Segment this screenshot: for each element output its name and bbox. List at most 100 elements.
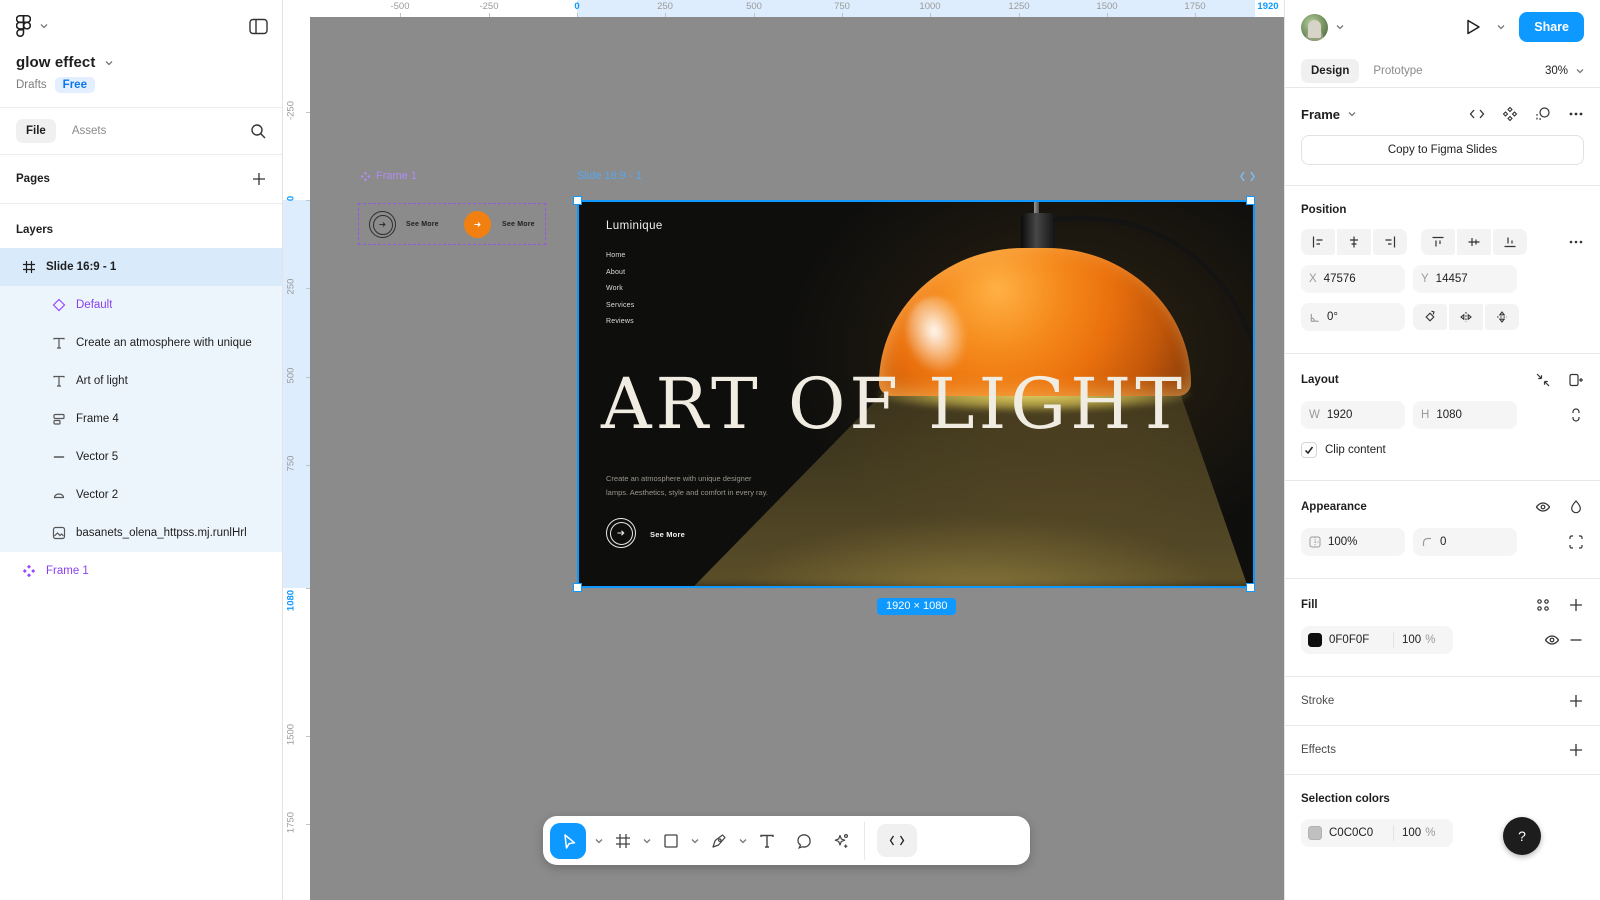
selection-handle[interactable] (1246, 196, 1255, 205)
file-menu-chevron-icon[interactable] (105, 59, 113, 67)
add-fill-icon[interactable] (1568, 597, 1584, 613)
tab-prototype[interactable]: Prototype (1363, 59, 1432, 83)
frame1-component[interactable]: See More See More (358, 203, 546, 245)
add-effect-icon[interactable] (1568, 742, 1584, 758)
resize-to-fit-icon[interactable] (1535, 372, 1551, 388)
fill-color-field[interactable]: 0F0F0F 100 % (1301, 626, 1453, 654)
shape-tool[interactable] (660, 830, 682, 852)
pen-tool[interactable] (708, 830, 730, 852)
x-position-field[interactable]: X47576 (1301, 265, 1405, 293)
align-v-center-icon[interactable] (1457, 229, 1491, 255)
selection-color-field[interactable]: C0C0C0 100 % (1301, 819, 1453, 847)
align-top-icon[interactable] (1421, 229, 1455, 255)
selection-handle[interactable] (573, 196, 582, 205)
selection-handle[interactable] (573, 583, 582, 592)
corner-radius-field[interactable]: 0 (1413, 528, 1517, 556)
tab-file[interactable]: File (16, 119, 56, 143)
selection-color-swatch[interactable] (1308, 826, 1322, 840)
clip-content-checkbox[interactable] (1301, 442, 1317, 458)
collapse-sidebar-icon[interactable] (249, 18, 268, 35)
align-right-icon[interactable] (1373, 229, 1407, 255)
dev-mode-toggle[interactable] (877, 824, 931, 857)
layer-row-vector2[interactable]: Vector 2 (0, 476, 282, 514)
blend-droplet-icon[interactable] (1568, 499, 1584, 515)
zoom-chevron-icon[interactable] (1576, 67, 1584, 75)
copy-to-slides-button[interactable]: Copy to Figma Slides (1301, 135, 1584, 165)
zoom-level[interactable]: 30% (1545, 65, 1568, 77)
tab-design[interactable]: Design (1301, 59, 1359, 83)
layer-row-text-1[interactable]: Create an atmosphere with unique (0, 324, 282, 362)
add-stroke-icon[interactable] (1568, 693, 1584, 709)
layer-row-frame4[interactable]: Frame 4 (0, 400, 282, 438)
frame1-label[interactable]: Frame 1 (360, 170, 417, 182)
present-chevron-icon[interactable] (1497, 23, 1505, 31)
remove-fill-icon[interactable] (1568, 632, 1584, 648)
frame-tool[interactable] (612, 830, 634, 852)
selection-chevron-icon[interactable] (1348, 110, 1356, 118)
canvas[interactable]: Luminique Home About Work Services Revie… (283, 0, 1284, 900)
more-options-icon[interactable] (1568, 106, 1584, 122)
slide-see-more-button: See More (606, 518, 806, 550)
effects-section: Effects (1285, 726, 1600, 775)
selection-handle[interactable] (1246, 583, 1255, 592)
nav-item-about: About (606, 269, 634, 276)
rotate-icon[interactable] (1413, 304, 1447, 330)
breadcrumb-location[interactable]: Drafts (16, 79, 47, 91)
figma-menu-icon[interactable] (16, 15, 31, 37)
selection-size-badge: 1920 × 1080 (877, 598, 956, 615)
flip-horizontal-icon[interactable] (1449, 304, 1483, 330)
outline-arrow-button (369, 211, 396, 238)
angle-icon (1309, 312, 1320, 323)
present-button[interactable] (1463, 17, 1483, 37)
appearance-section: Appearance 100% 0 (1285, 481, 1600, 579)
fill-visibility-icon[interactable] (1544, 632, 1560, 648)
width-field[interactable]: W1920 (1301, 401, 1405, 429)
height-field[interactable]: H1080 (1413, 401, 1517, 429)
position-more-icon[interactable] (1568, 234, 1584, 250)
shape-tool-chevron-icon[interactable] (691, 837, 699, 845)
code-icon[interactable] (1469, 106, 1485, 122)
actions-ai-tool[interactable] (830, 830, 852, 852)
move-tool-chevron-icon[interactable] (595, 837, 603, 845)
frame-tool-chevron-icon[interactable] (643, 837, 651, 845)
add-page-icon[interactable] (252, 172, 266, 186)
rotation-field[interactable]: 0° (1301, 303, 1405, 331)
mask-icon[interactable] (1535, 106, 1551, 122)
layer-row-vector5[interactable]: Vector 5 (0, 438, 282, 476)
dev-code-badge-icon[interactable] (1240, 171, 1255, 182)
share-button[interactable]: Share (1519, 12, 1584, 42)
layer-row-slide[interactable]: Slide 16:9 - 1 (0, 248, 282, 286)
help-button[interactable]: ? (1503, 817, 1541, 855)
add-auto-layout-icon[interactable] (1568, 372, 1584, 388)
create-component-icon[interactable] (1502, 106, 1518, 122)
avatar[interactable] (1301, 14, 1328, 41)
styles-icon[interactable] (1535, 597, 1551, 613)
chevron-down-icon[interactable] (40, 22, 48, 30)
align-bottom-icon[interactable] (1493, 229, 1527, 255)
slide-frame[interactable]: Luminique Home About Work Services Revie… (577, 200, 1255, 588)
fill-swatch[interactable] (1308, 633, 1322, 647)
eye-icon[interactable] (1535, 499, 1551, 515)
align-h-center-icon[interactable] (1337, 229, 1371, 255)
align-left-icon[interactable] (1301, 229, 1335, 255)
layer-row-frame1[interactable]: Frame 1 (0, 552, 282, 590)
layer-row-default[interactable]: Default (0, 286, 282, 324)
tab-assets[interactable]: Assets (62, 119, 117, 143)
move-tool[interactable] (550, 823, 586, 859)
position-section: Position X47576 Y14457 (1285, 186, 1600, 354)
account-chevron-icon[interactable] (1336, 23, 1344, 31)
opacity-field[interactable]: 100% (1301, 528, 1405, 556)
search-icon[interactable] (250, 123, 266, 139)
slide-frame-label[interactable]: Slide 16:9 - 1 (577, 170, 1255, 182)
layer-row-text-2[interactable]: Art of light (0, 362, 282, 400)
slide-logo: Luminique (606, 220, 663, 232)
comment-tool[interactable] (793, 830, 815, 852)
selection-type[interactable]: Frame (1301, 107, 1340, 122)
pen-tool-chevron-icon[interactable] (739, 837, 747, 845)
flip-vertical-icon[interactable] (1485, 304, 1519, 330)
text-tool[interactable] (756, 830, 778, 852)
layer-row-image[interactable]: basanets_olena_httpss.mj.runlHrl (0, 514, 282, 552)
independent-corners-icon[interactable] (1568, 534, 1584, 550)
constrain-proportions-icon[interactable] (1568, 407, 1584, 423)
y-position-field[interactable]: Y14457 (1413, 265, 1517, 293)
